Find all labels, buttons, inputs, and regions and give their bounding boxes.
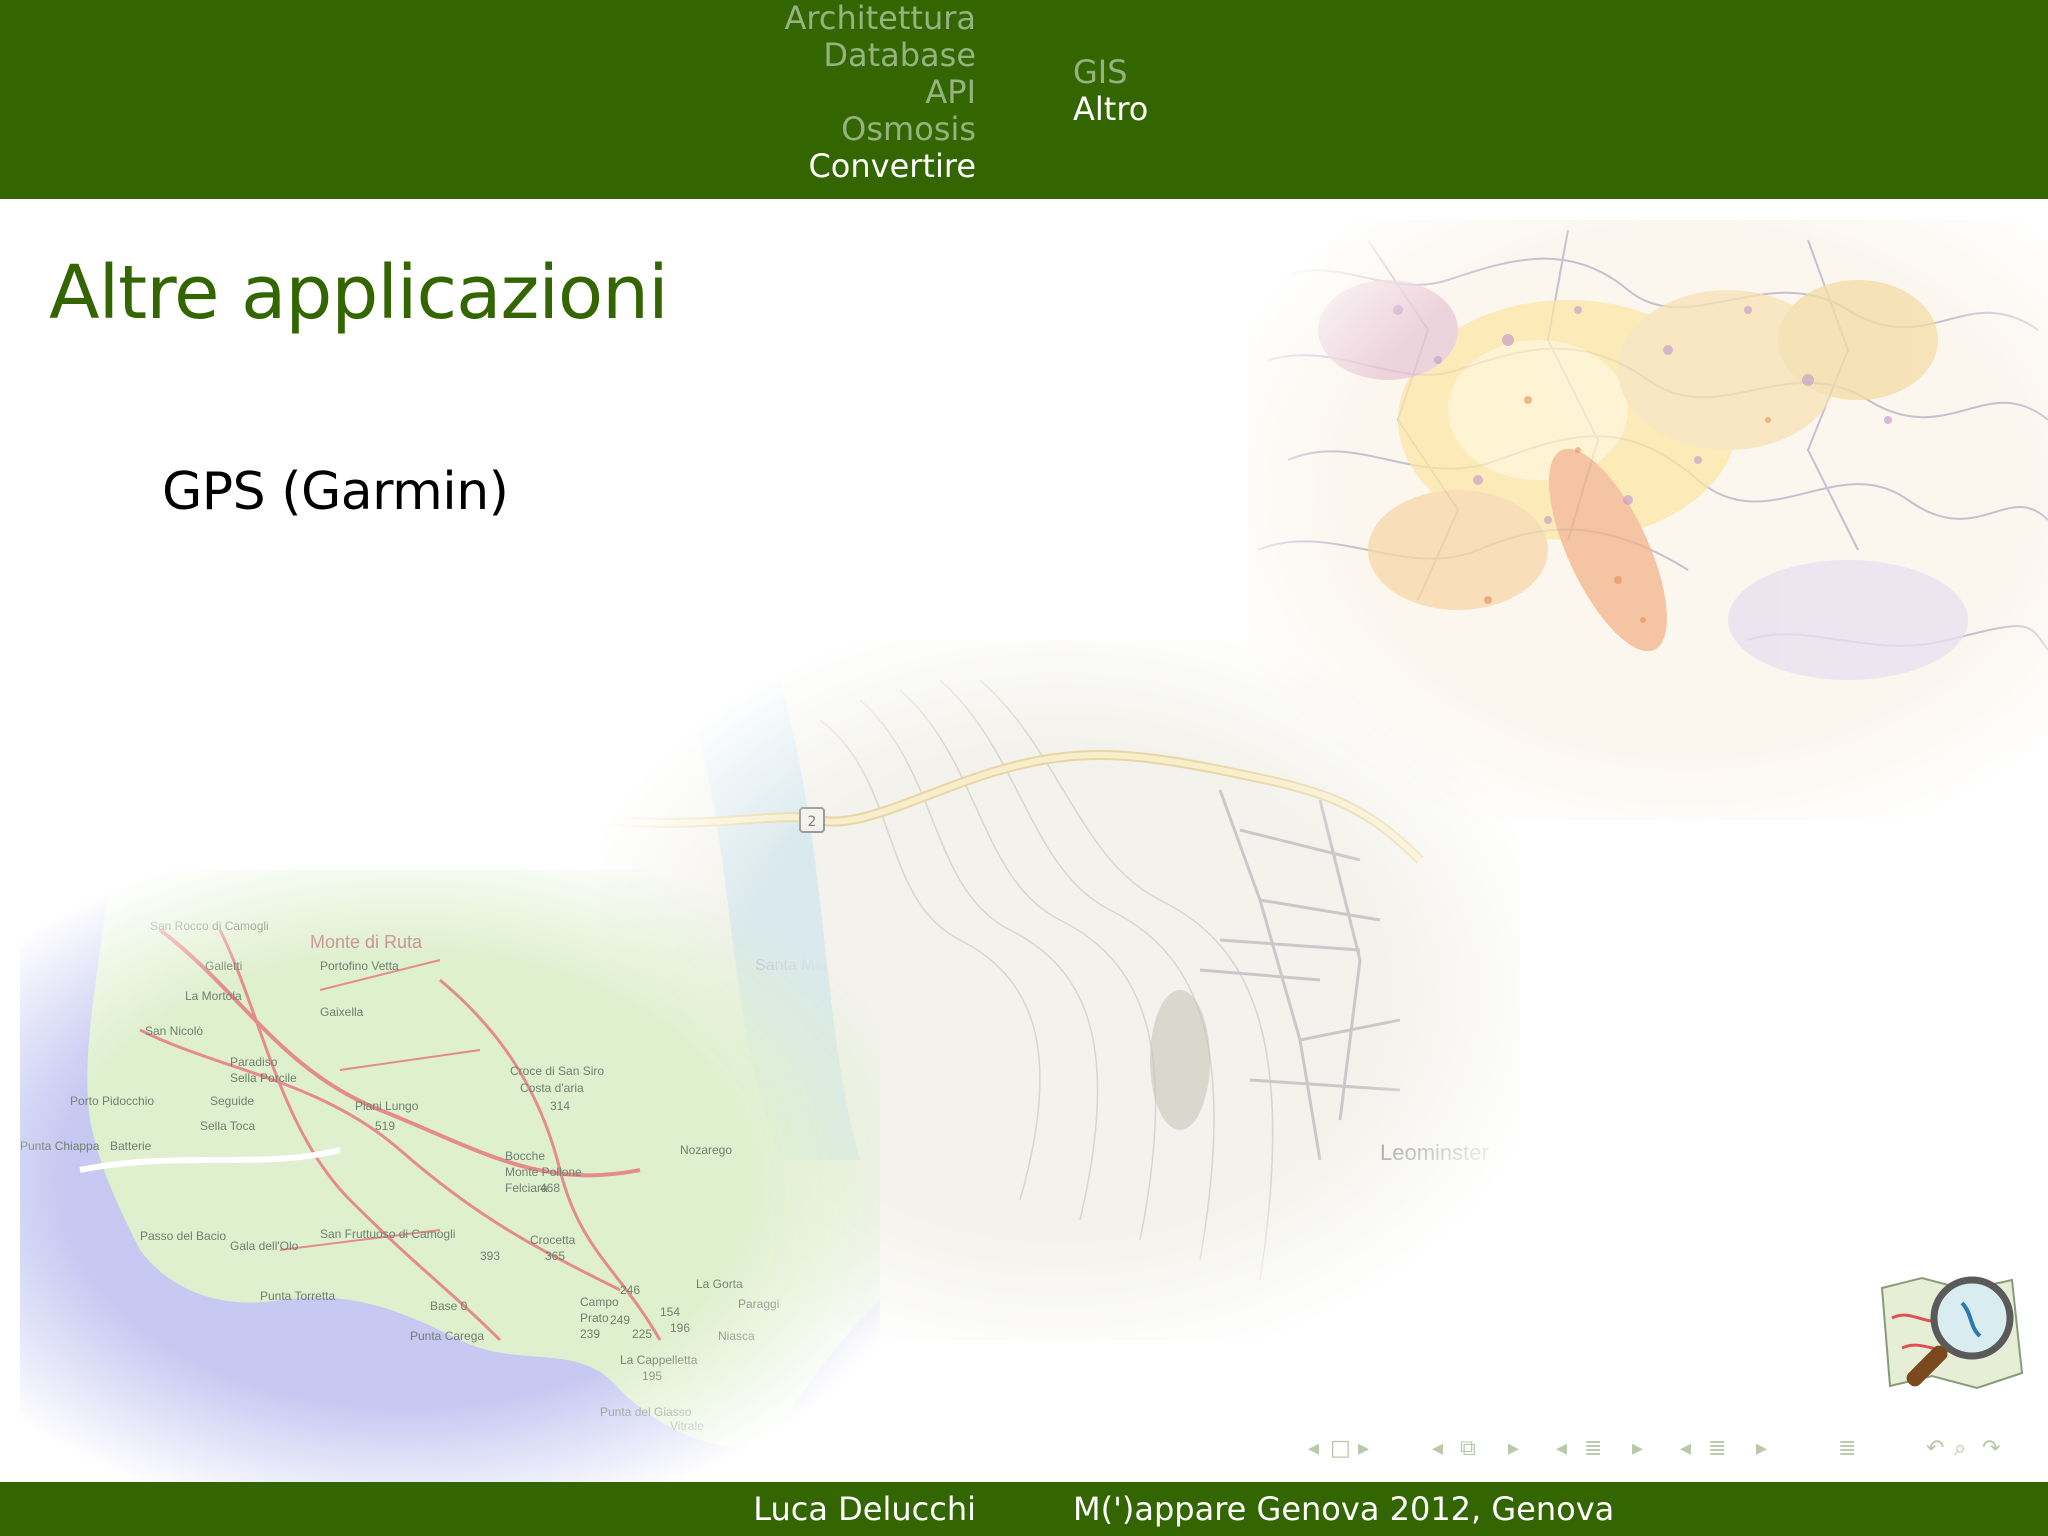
coast-label: Prato — [580, 1311, 609, 1325]
slide-title: Altre applicazioni — [49, 250, 669, 336]
coast-label: 195 — [642, 1369, 662, 1383]
coast-label: San Rocco di Camogli — [150, 919, 269, 933]
document-icon[interactable]: ≣ — [1708, 1436, 1726, 1461]
coast-label: Base 0 — [430, 1299, 468, 1313]
beamer-navigation-controls: ◂ □ ▸ ◂ ⧉ ▸ ◂ ≣ ▸ ◂ ≣ ▸ ≣ ↶ ⌕ ↷ — [1300, 1436, 2040, 1466]
back-icon[interactable]: ↶ — [1926, 1436, 1944, 1461]
coast-label: La Mortola — [185, 989, 242, 1003]
coast-label: Paraggi — [738, 1297, 779, 1311]
coast-label: 314 — [550, 1099, 570, 1113]
coast-label: Passo del Bacio — [140, 1229, 226, 1243]
coast-label: Campo — [580, 1295, 619, 1309]
frame-icon[interactable]: □ — [1330, 1436, 1351, 1461]
coast-label: Croce di San Siro — [510, 1064, 604, 1078]
coast-map-graphic: San Rocco di Camogli Monte di Ruta Porto… — [20, 870, 880, 1490]
coast-label: Gala dell'Olo — [230, 1239, 299, 1253]
openstreetmap-logo-graphic — [1880, 1276, 2024, 1390]
coast-label: 239 — [580, 1327, 600, 1341]
coast-label: 468 — [540, 1181, 560, 1195]
coast-label: La Cappelletta — [620, 1353, 698, 1367]
coast-label: Sella Porcile — [230, 1071, 297, 1085]
coast-label: Punta Torretta — [260, 1289, 335, 1303]
route-shield-label: 2 — [808, 814, 817, 830]
frame-next-icon[interactable]: ▸ — [1358, 1436, 1369, 1461]
nav-section-altro[interactable]: Altro — [1073, 91, 1148, 128]
nav-section-osmosis[interactable]: Osmosis — [785, 111, 976, 148]
coast-label: Crocetta — [530, 1233, 576, 1247]
coast-label: Piani Lungo — [355, 1099, 419, 1113]
section-nav-right: GIS Altro — [1073, 54, 1148, 128]
coast-label: 519 — [375, 1119, 395, 1133]
coast-label: 393 — [480, 1249, 500, 1263]
appendix-icon[interactable]: ≣ — [1838, 1436, 1856, 1461]
coast-label: Vitrale — [670, 1419, 704, 1433]
coast-label: Sella Toca — [200, 1119, 255, 1133]
portofino-hiking-map: San Rocco di Camogli Monte di Ruta Porto… — [20, 870, 880, 1490]
coast-label: Costa d'aria — [520, 1081, 584, 1095]
coast-label: Nozarego — [680, 1143, 732, 1157]
document-prev-icon[interactable]: ◂ — [1680, 1436, 1691, 1461]
subsection-icon[interactable]: ⧉ — [1460, 1436, 1476, 1461]
coast-label: 196 — [670, 1321, 690, 1335]
section-icon[interactable]: ≣ — [1584, 1436, 1602, 1461]
coast-label: Porto Pidocchio — [70, 1094, 154, 1108]
coast-label: Gaixella — [320, 1005, 364, 1019]
nav-section-convertire[interactable]: Convertire — [785, 148, 976, 185]
coast-label: Portofino Vetta — [320, 959, 399, 973]
section-next-icon[interactable]: ▸ — [1632, 1436, 1643, 1461]
coast-label: 249 — [610, 1313, 630, 1327]
coast-label: San Fruttuoso di Camogli — [320, 1227, 455, 1241]
nav-section-api[interactable]: API — [785, 74, 976, 111]
document-next-icon[interactable]: ▸ — [1756, 1436, 1767, 1461]
nav-section-gis[interactable]: GIS — [1073, 54, 1148, 91]
coast-label: Seguide — [210, 1094, 254, 1108]
coast-label: 365 — [545, 1249, 565, 1263]
coast-label: Punta Carega — [410, 1329, 484, 1343]
coast-label: Niasca — [718, 1329, 755, 1343]
coast-label: 225 — [632, 1327, 652, 1341]
forward-icon[interactable]: ↷ — [1982, 1436, 2000, 1461]
section-nav-left: Architettura Database API Osmosis Conver… — [785, 0, 976, 185]
coast-label: Monte Pollone — [505, 1165, 582, 1179]
openstreetmap-logo-icon — [1872, 1258, 2032, 1418]
coast-label: 246 — [620, 1283, 640, 1297]
subsection-prev-icon[interactable]: ◂ — [1432, 1436, 1443, 1461]
frame-prev-icon[interactable]: ◂ — [1308, 1436, 1319, 1461]
city-label: Leominster — [1380, 1140, 1489, 1165]
footer-author: Luca Delucchi — [753, 1490, 976, 1528]
slide-bullet-item: GPS (Garmin) — [162, 462, 509, 522]
footer-bar: Luca Delucchi M(')appare Genova 2012, Ge… — [0, 1482, 2048, 1536]
nav-section-architettura[interactable]: Architettura — [785, 0, 976, 37]
nav-section-database[interactable]: Database — [785, 37, 976, 74]
coast-label: Galletti — [205, 959, 242, 973]
coast-label: Punta del Giasso — [600, 1405, 692, 1419]
coast-label: Punta Chiappa — [20, 1139, 100, 1153]
coast-label: 154 — [660, 1305, 680, 1319]
coast-label: San Nicolò — [145, 1024, 203, 1038]
subsection-next-icon[interactable]: ▸ — [1508, 1436, 1519, 1461]
coast-label: Santa Margherita Ligure — [755, 957, 880, 974]
coast-label: Batterie — [110, 1139, 152, 1153]
footer-event: M(')appare Genova 2012, Genova — [1073, 1490, 1615, 1528]
coast-label: Paradiso — [230, 1055, 278, 1069]
coast-label: La Gorta — [696, 1277, 743, 1291]
header-bar: Architettura Database API Osmosis Conver… — [0, 0, 2048, 199]
section-prev-icon[interactable]: ◂ — [1556, 1436, 1567, 1461]
coast-label: Monte di Ruta — [310, 932, 423, 952]
search-icon[interactable]: ⌕ — [1954, 1436, 1966, 1461]
coast-label: Bocche — [505, 1149, 545, 1163]
